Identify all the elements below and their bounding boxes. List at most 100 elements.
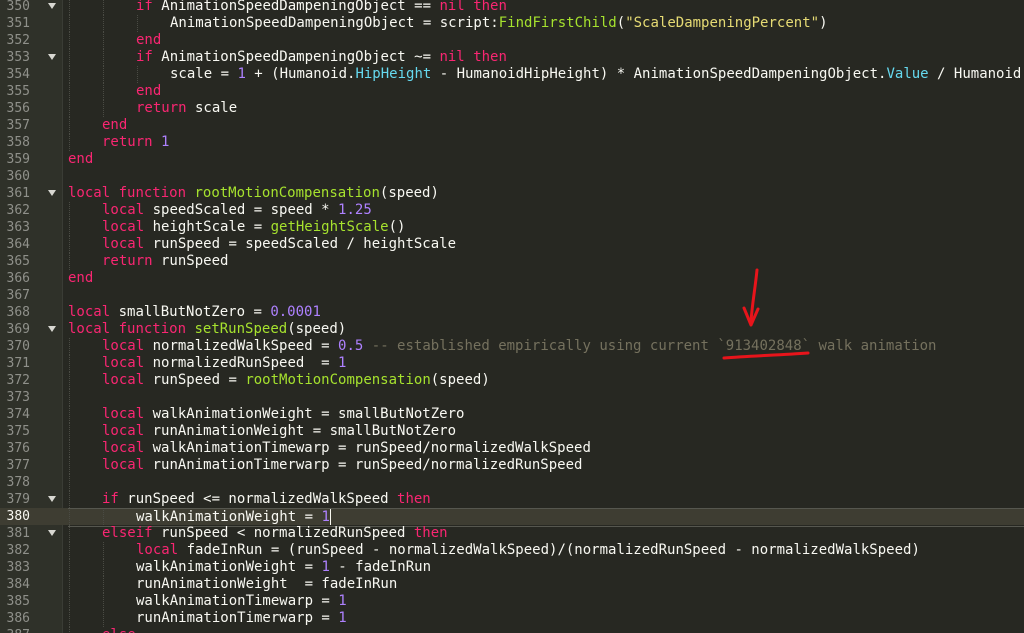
code-line[interactable]: 361 local function rootMotionCompensation… <box>0 185 1024 202</box>
code-line[interactable]: 350 if AnimationSpeedDampeningObject == n… <box>0 0 1024 15</box>
code-line[interactable]: 360 <box>0 168 1024 185</box>
code-line[interactable]: 356 return scale <box>0 100 1024 117</box>
code-text[interactable]: return runSpeed <box>68 253 1024 270</box>
code-text[interactable]: if AnimationSpeedDampeningObject ~= nil … <box>68 49 1024 66</box>
code-line[interactable]: 385 walkAnimationTimewarp = 1 <box>0 593 1024 610</box>
code-line[interactable]: 373 <box>0 389 1024 406</box>
code-text[interactable]: return 1 <box>68 134 1024 151</box>
code-line[interactable]: 367 <box>0 287 1024 304</box>
code-text[interactable]: end <box>68 83 1024 100</box>
code-line[interactable]: 362 local speedScaled = speed * 1.25 <box>0 202 1024 219</box>
code-token: end <box>136 32 162 48</box>
code-line[interactable]: 351 AnimationSpeedDampeningObject = scrip… <box>0 15 1024 32</box>
code-text[interactable]: if runSpeed <= normalizedWalkSpeed then <box>68 491 1024 508</box>
code-text[interactable]: walkAnimationWeight = 1 - fadeInRun <box>68 559 1024 576</box>
code-text[interactable]: local walkAnimationTimewarp = runSpeed/n… <box>68 440 1024 457</box>
code-line[interactable]: 368 local smallButNotZero = 0.0001 <box>0 304 1024 321</box>
code-text[interactable]: local runAnimationTimerwarp = runSpeed/n… <box>68 457 1024 474</box>
code-line[interactable]: 359 end <box>0 151 1024 168</box>
code-text[interactable]: runAnimationWeight = fadeInRun <box>68 576 1024 593</box>
code-token: () <box>388 219 406 235</box>
code-line[interactable]: 377 local runAnimationTimerwarp = runSpee… <box>0 457 1024 474</box>
code-text[interactable]: end <box>68 151 1024 168</box>
code-line[interactable]: 376 local walkAnimationTimewarp = runSpee… <box>0 440 1024 457</box>
code-lines[interactable]: 350 if AnimationSpeedDampeningObject == n… <box>0 0 1024 633</box>
code-token: runSpeed = speedScaled / heightScale <box>144 236 457 252</box>
code-text[interactable]: local speedScaled = speed * 1.25 <box>68 202 1024 219</box>
code-text[interactable]: runAnimationTimerwarp = 1 <box>68 610 1024 627</box>
code-token: smallButNotZero = <box>110 304 271 320</box>
code-line[interactable]: 358 return 1 <box>0 134 1024 151</box>
code-text[interactable]: walkAnimationTimewarp = 1 <box>68 593 1024 610</box>
code-line[interactable]: 379 if runSpeed <= normalizedWalkSpeed th… <box>0 491 1024 508</box>
code-text[interactable]: elseif runSpeed < normalizedRunSpeed the… <box>68 525 1024 542</box>
code-text[interactable]: local heightScale = getHeightScale() <box>68 219 1024 236</box>
fold-arrow-icon[interactable] <box>48 54 56 60</box>
code-line[interactable]: 363 local heightScale = getHeightScale() <box>0 219 1024 236</box>
line-number: 366 <box>6 271 30 286</box>
code-text[interactable]: end <box>68 117 1024 134</box>
code-line[interactable]: 354 scale = 1 + (Humanoid.HipHeight - Hum… <box>0 66 1024 83</box>
code-token: heightScale = <box>144 219 271 235</box>
code-text[interactable]: local normalizedWalkSpeed = 0.5 -- estab… <box>68 338 1024 355</box>
code-token: ( <box>616 15 626 31</box>
line-number: 358 <box>6 135 30 150</box>
line-number: 357 <box>6 118 30 133</box>
code-text[interactable]: local fadeInRun = (runSpeed - normalized… <box>68 542 1024 559</box>
code-editor[interactable]: 350 if AnimationSpeedDampeningObject == n… <box>0 0 1024 633</box>
code-token: FindFirstChild <box>498 15 617 31</box>
code-line[interactable]: 372 local runSpeed = rootMotionCompensati… <box>0 372 1024 389</box>
code-token: 1 <box>338 593 347 609</box>
code-text[interactable]: if AnimationSpeedDampeningObject == nil … <box>68 0 1024 15</box>
fold-arrow-icon[interactable] <box>48 190 56 196</box>
code-text[interactable]: local smallButNotZero = 0.0001 <box>68 304 1024 321</box>
line-number: 368 <box>6 305 30 320</box>
code-text[interactable]: local runSpeed = rootMotionCompensation(… <box>68 372 1024 389</box>
code-line[interactable]: 370 local normalizedWalkSpeed = 0.5 -- es… <box>0 338 1024 355</box>
line-number: 363 <box>6 220 30 235</box>
code-line[interactable]: 386 runAnimationTimerwarp = 1 <box>0 610 1024 627</box>
code-line[interactable]: 366 end <box>0 270 1024 287</box>
code-token: script <box>439 15 491 31</box>
fold-arrow-icon[interactable] <box>48 3 56 9</box>
code-text[interactable]: local runSpeed = speedScaled / heightSca… <box>68 236 1024 253</box>
code-token: local <box>102 457 145 473</box>
code-text[interactable]: local function rootMotionCompensation(sp… <box>68 185 1024 202</box>
code-line[interactable]: 369 local function setRunSpeed(speed) <box>0 321 1024 338</box>
code-text[interactable]: local function setRunSpeed(speed) <box>68 321 1024 338</box>
code-token: setRunSpeed <box>194 321 288 337</box>
code-text[interactable]: else <box>68 627 1024 633</box>
code-line[interactable]: 387 else <box>0 627 1024 633</box>
code-line[interactable]: 383 walkAnimationWeight = 1 - fadeInRun <box>0 559 1024 576</box>
indent-guide <box>69 474 70 491</box>
code-text[interactable]: end <box>68 32 1024 49</box>
code-line[interactable]: 378 <box>0 474 1024 491</box>
code-text[interactable]: scale = 1 + (Humanoid.HipHeight - Humano… <box>68 66 1024 83</box>
code-line[interactable]: 381 elseif runSpeed < normalizedRunSpeed … <box>0 525 1024 542</box>
fold-arrow-icon[interactable] <box>48 530 56 536</box>
code-token: + (Humanoid. <box>245 66 356 82</box>
code-line[interactable]: 364 local runSpeed = speedScaled / height… <box>0 236 1024 253</box>
code-line[interactable]: 371 local normalizedRunSpeed = 1 <box>0 355 1024 372</box>
code-line[interactable]: 365 return runSpeed <box>0 253 1024 270</box>
line-number: 355 <box>6 84 30 99</box>
code-line[interactable]: 355 end <box>0 83 1024 100</box>
code-line[interactable]: 380 walkAnimationWeight = 1 <box>0 508 1024 527</box>
code-text[interactable]: local walkAnimationWeight = smallButNotZ… <box>68 406 1024 423</box>
code-text[interactable]: local runAnimationWeight = smallButNotZe… <box>68 423 1024 440</box>
code-line[interactable]: 374 local walkAnimationWeight = smallButN… <box>0 406 1024 423</box>
code-line[interactable]: 357 end <box>0 117 1024 134</box>
code-line[interactable]: 353 if AnimationSpeedDampeningObject ~= n… <box>0 49 1024 66</box>
code-line[interactable]: 352 end <box>0 32 1024 49</box>
code-text[interactable]: return scale <box>68 100 1024 117</box>
code-line[interactable]: 384 runAnimationWeight = fadeInRun <box>0 576 1024 593</box>
fold-arrow-icon[interactable] <box>48 496 56 502</box>
code-line[interactable]: 382 local fadeInRun = (runSpeed - normali… <box>0 542 1024 559</box>
code-text[interactable]: end <box>68 270 1024 287</box>
code-text[interactable]: local normalizedRunSpeed = 1 <box>68 355 1024 372</box>
code-token: if <box>136 49 162 65</box>
code-text[interactable]: AnimationSpeedDampeningObject = script:F… <box>68 15 1024 32</box>
code-line[interactable]: 375 local runAnimationWeight = smallButNo… <box>0 423 1024 440</box>
fold-arrow-icon[interactable] <box>48 326 56 332</box>
code-token: fadeInRun = (runSpeed - normalizedWalkSp… <box>178 542 920 558</box>
